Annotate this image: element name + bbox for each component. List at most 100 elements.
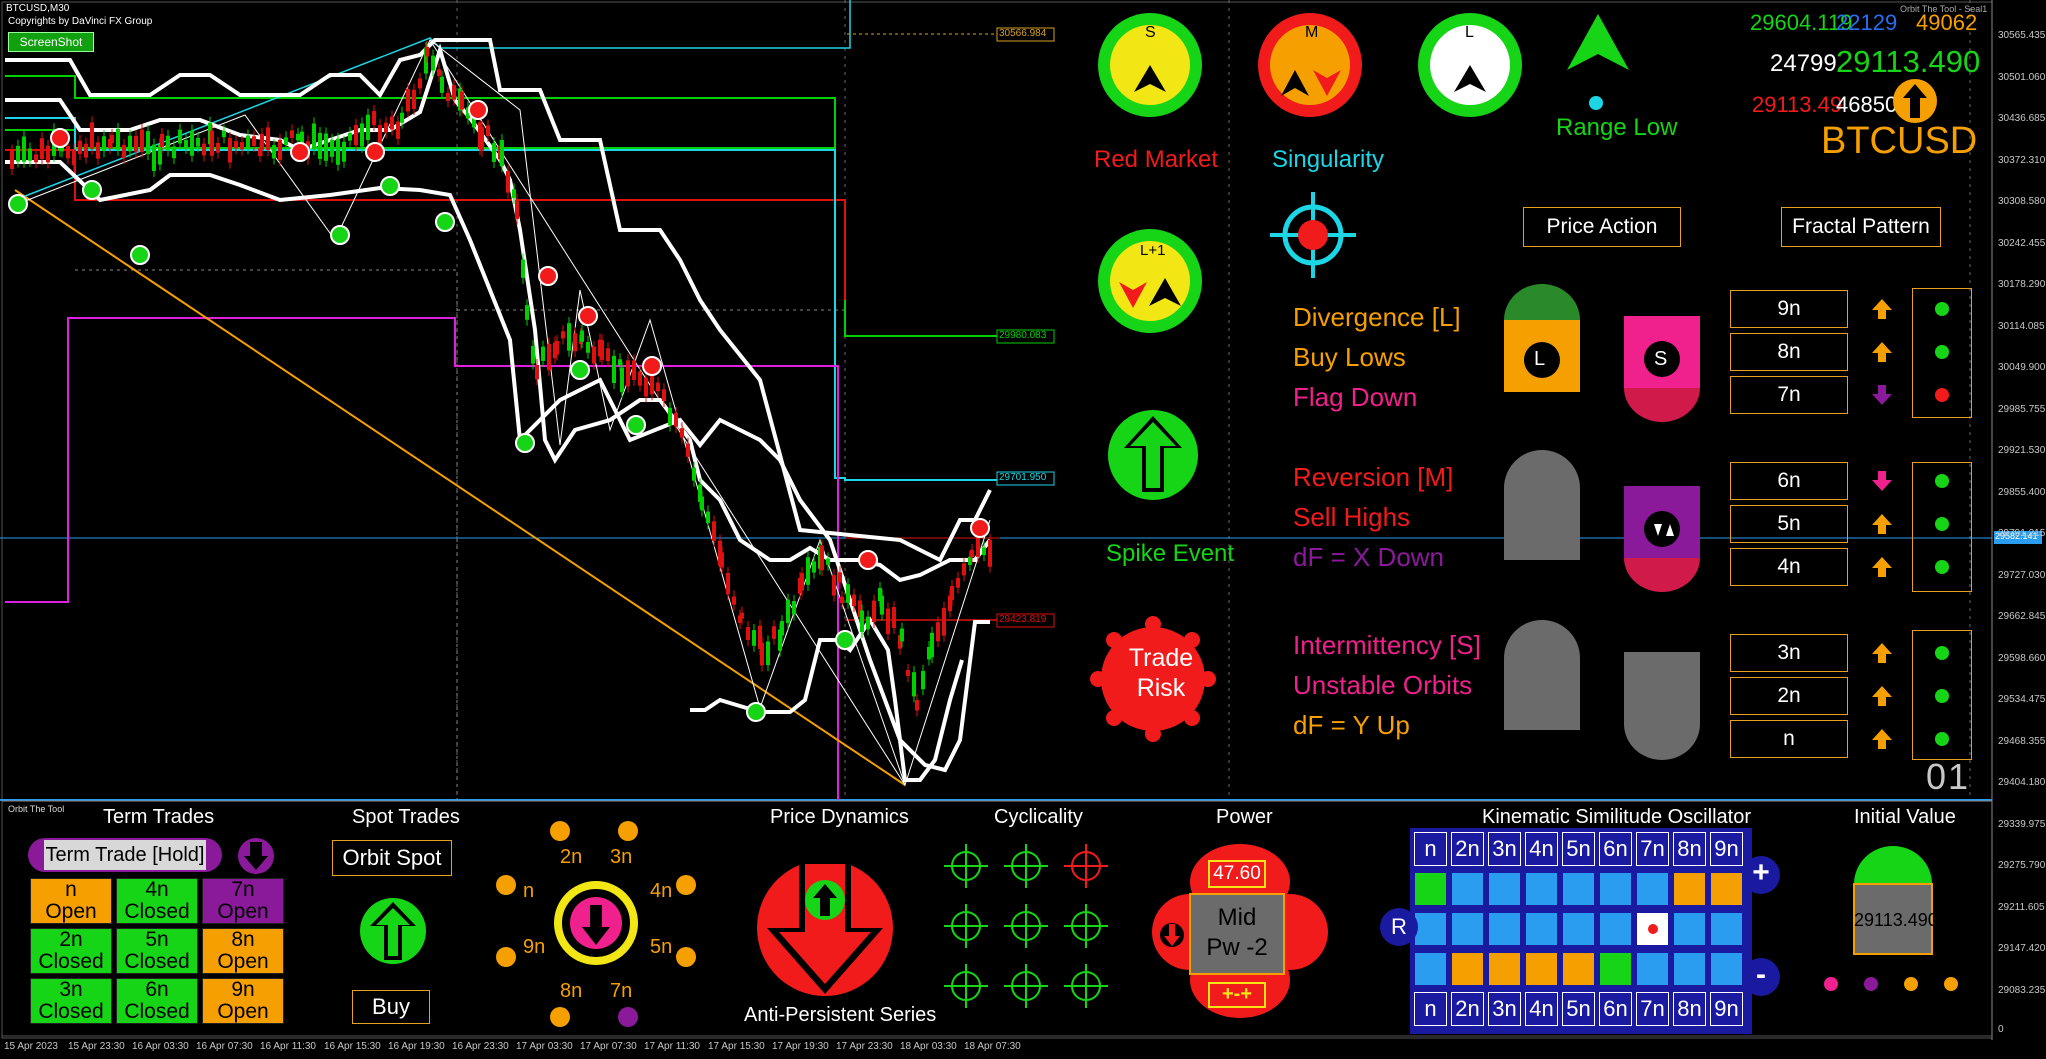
term-trade-cell[interactable]: 6n Closed [116,978,198,1024]
term-trade-hold-label[interactable]: Term Trade [Hold] [44,840,206,870]
x-axis-label: 15 Apr 23:30 [68,1041,125,1052]
x-axis-label: 18 Apr 07:30 [964,1041,1021,1052]
term-trade-cell[interactable]: 2n Closed [30,928,112,974]
initial-value-price: 29113.490 [1854,910,1938,930]
spot-up-arrow-icon [360,898,426,964]
price-action-button[interactable]: Price Action [1523,207,1681,247]
term-trade-cell-status: Closed [38,1000,104,1023]
term-trade-cell-status: Open [45,900,97,923]
n-level-box[interactable]: 6n [1730,462,1848,500]
kso-cell [1710,872,1743,906]
x-axis-label: 17 Apr 23:30 [836,1041,893,1052]
initial-dot-magenta [1824,977,1838,991]
n-level-box[interactable]: 8n [1730,333,1848,371]
kso-cell [1636,912,1669,946]
spike-event-up-icon [1108,410,1198,500]
kso-cell [1673,872,1706,906]
cyclicality-title: Cyclicality [994,806,1083,828]
kso-cell [1562,952,1595,986]
x-axis-label: 15 Apr 2023 [4,1041,58,1052]
indicator-name-bottom: Orbit The Tool [8,804,65,814]
n-level-box[interactable]: n [1730,720,1848,758]
cyclicality-grid [944,844,1108,1008]
y-axis-label: 30114.085 [1998,320,2045,332]
term-trade-cell[interactable]: n Open [30,878,112,924]
orbit-spot-button[interactable]: Orbit Spot [332,840,452,876]
term-trade-cell-status: Open [217,950,269,973]
y-axis-label: 29598.660 [1998,652,2046,664]
kso-cell [1488,952,1521,986]
term-trade-cell[interactable]: 3n Closed [30,978,112,1024]
singularity-label: Singularity [1272,146,1385,173]
range-low-label: Range Low [1556,114,1678,141]
orbit-diagram [496,821,696,1027]
kso-header-cell: 2n [1451,992,1484,1026]
buy-button[interactable]: Buy [352,990,430,1024]
big-price: 29113.490 [1836,44,1981,79]
sell-highs-label: Sell Highs [1293,502,1411,532]
symbol-label: BTCUSD [1821,120,1978,162]
kso-cell [1636,952,1669,986]
kso-header-cell: 6n [1599,832,1632,866]
fractal-dot-group-2 [1912,462,1972,592]
n-level-box[interactable]: 2n [1730,677,1848,715]
term-trade-cell-level: 2n [59,928,83,951]
screenshot-button[interactable]: ScreenShot [8,32,94,52]
kso-cell [1599,952,1632,986]
price-action-l-shape [1504,284,1580,392]
n-level-box[interactable]: 3n [1730,634,1848,672]
orbit-level-label: 3n [610,846,633,868]
term-trade-cell[interactable]: 5n Closed [116,928,198,974]
y-axis-label: 0 [1998,1024,2004,1035]
kso-cell [1414,952,1447,986]
df-x-label: dF = X Down [1293,542,1445,572]
orbit-level-label: 4n [650,880,673,902]
power-mid-label-2: Pw -2 [1206,934,1268,961]
power-bottom-indicator: +-+ [1208,982,1266,1008]
n-level-box[interactable]: 9n [1730,290,1848,328]
kso-cell [1636,872,1669,906]
term-trade-cell-status: Closed [124,950,190,973]
kso-header-cell: 8n [1673,832,1706,866]
s-circle-label: S [1145,24,1156,41]
term-trade-cell-status: Open [217,900,269,923]
cycle-crosshair-icon [944,964,988,1008]
s-badge-label: S [1654,348,1668,370]
level-tag-4: 29423.819 [999,614,1047,625]
fractal-pattern-button[interactable]: Fractal Pattern [1781,207,1941,247]
y-axis-label: 29211.605 [1998,901,2045,913]
orbit-level-label: n [523,880,535,902]
term-trade-cell-status: Closed [124,1000,190,1023]
up-arrow-icon [1872,342,1892,362]
df-y-label: dF = Y Up [1293,710,1410,740]
term-trade-cell-level: 6n [145,978,169,1001]
kso-cell [1488,872,1521,906]
cycle-crosshair-icon [1064,904,1108,948]
kso-header-cell: 9n [1710,992,1743,1026]
kso-header-cell: 7n [1636,992,1669,1026]
trade-risk-label-1: Trade [1128,644,1194,672]
y-axis-label: 29147.420 [1998,943,2046,954]
x-axis-label: 16 Apr 23:30 [452,1041,509,1052]
cycle-crosshair-icon [944,844,988,888]
term-trade-cell[interactable]: 7n Open [202,878,284,924]
cycle-crosshair-icon [1064,964,1108,1008]
fractal-dot-group-3 [1912,630,1972,760]
n-level-box[interactable]: 4n [1730,548,1848,586]
down-arrow-icon [238,838,274,874]
term-trade-cell[interactable]: 8n Open [202,928,284,974]
y-axis-label: 30308.580 [1998,196,2046,207]
term-trade-cell[interactable]: 4n Closed [116,878,198,924]
up-arrow-icon [1872,557,1892,577]
tick-count: 24799 [1770,50,1837,77]
term-trade-cell-level: 5n [145,928,169,951]
n-level-box[interactable]: 7n [1730,376,1848,414]
n-level-box[interactable]: 5n [1730,505,1848,543]
initial-dot-orange [1904,977,1918,991]
kso-cell [1451,912,1484,946]
y-axis-label: 30436.685 [1998,113,2046,124]
term-trade-cell[interactable]: 9n Open [202,978,284,1024]
buy-lows-label: Buy Lows [1293,342,1406,372]
x-axis-label: 17 Apr 03:30 [516,1041,573,1052]
kso-header-cell: 3n [1488,832,1521,866]
